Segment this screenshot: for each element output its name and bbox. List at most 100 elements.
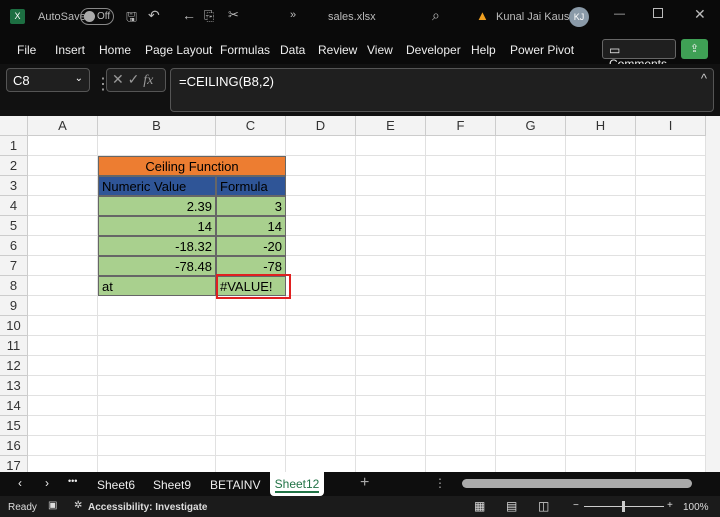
search-icon[interactable]: ⌕ [432, 7, 440, 24]
column-header[interactable]: F [426, 116, 496, 136]
minimize-button[interactable]: — [614, 8, 625, 20]
row-header[interactable]: 16 [0, 436, 28, 456]
tab-betainv[interactable]: BETAINV [210, 478, 260, 492]
name-box-value: C8 [13, 73, 30, 88]
column-header[interactable]: C [216, 116, 286, 136]
formula-header[interactable]: Formula [216, 176, 286, 196]
row-header[interactable]: 4 [0, 196, 28, 216]
numeric-value-cell[interactable]: at [98, 276, 216, 296]
macro-icon[interactable]: ▣ [48, 500, 57, 511]
file-name[interactable]: sales.xlsx [328, 11, 376, 23]
menu-developer[interactable]: Developer [406, 43, 461, 57]
page-break-view-icon[interactable]: ◫ [538, 499, 549, 513]
enter-icon[interactable]: ✓ [128, 71, 140, 87]
menu-page-layout[interactable]: Page Layout [145, 43, 212, 57]
row-header[interactable]: 9 [0, 296, 28, 316]
column-header[interactable]: E [356, 116, 426, 136]
tab-sheet12[interactable]: Sheet12 [270, 472, 324, 496]
normal-view-icon[interactable]: ▦ [474, 499, 485, 513]
numeric-value-cell[interactable]: 14 [98, 216, 216, 236]
row-header[interactable]: 1 [0, 136, 28, 156]
collapse-icon[interactable]: ^ [701, 71, 707, 86]
column-header[interactable]: B [98, 116, 216, 136]
row-header[interactable]: 7 [0, 256, 28, 276]
column-header[interactable]: G [496, 116, 566, 136]
row-header[interactable]: 6 [0, 236, 28, 256]
select-all-corner[interactable] [0, 116, 28, 136]
comments-button[interactable]: ▭ Comments [602, 39, 676, 71]
prev-sheet-icon[interactable]: ‹ [18, 476, 22, 490]
formula-result-cell[interactable]: 3 [216, 196, 286, 216]
status-bar: Ready ▣ ✲ Accessibility: Investigate ▦ ▤… [0, 496, 720, 517]
page-layout-view-icon[interactable]: ▤ [506, 499, 517, 513]
row-header[interactable]: 12 [0, 356, 28, 376]
menu-power-pivot[interactable]: Power Pivot [510, 43, 574, 57]
next-sheet-icon[interactable]: › [45, 476, 49, 490]
menu-home[interactable]: Home [99, 43, 131, 57]
gridline [28, 335, 706, 336]
share-button[interactable]: ⇪ [681, 39, 708, 59]
column-header[interactable]: H [566, 116, 636, 136]
more-commands-icon[interactable]: » [290, 9, 296, 21]
tab-splitter-icon[interactable]: ⋮ [434, 476, 446, 490]
row-header[interactable]: 17 [0, 456, 28, 472]
row-header[interactable]: 15 [0, 416, 28, 436]
formula-result-cell[interactable]: -20 [216, 236, 286, 256]
close-button[interactable]: ✕ [694, 6, 706, 23]
table-title[interactable]: Ceiling Function [98, 156, 286, 176]
menu-help[interactable]: Help [471, 43, 496, 57]
formula-bar: C8 ⌄ ⋮ ✕ ✓ fx =CEILING(B8,2) ^ [0, 64, 720, 116]
cancel-icon[interactable]: ✕ [112, 71, 124, 87]
tab-sheet9[interactable]: Sheet9 [153, 478, 191, 492]
menu-view[interactable]: View [367, 43, 393, 57]
formula-result-cell[interactable]: 14 [216, 216, 286, 236]
numeric-value-cell[interactable]: -18.32 [98, 236, 216, 256]
spreadsheet-grid[interactable]: A B C D E F G H I 1 2 3 4 5 6 7 8 9 10 11 12 13 14 15 16 17 Ceilin… [0, 116, 706, 472]
ribbon-menu: File Insert Home Page Layout Formulas Da… [0, 34, 720, 71]
row-header[interactable]: 3 [0, 176, 28, 196]
row-header[interactable]: 5 [0, 216, 28, 236]
zoom-out-button[interactable]: − [573, 500, 579, 511]
row-header[interactable]: 14 [0, 396, 28, 416]
row-header[interactable]: 11 [0, 336, 28, 356]
status-ready: Ready [8, 502, 37, 513]
column-header[interactable]: D [286, 116, 356, 136]
row-header[interactable]: 8 [0, 276, 28, 296]
menu-insert[interactable]: Insert [55, 43, 85, 57]
formula-input[interactable]: =CEILING(B8,2) ^ [170, 68, 714, 112]
horizontal-scrollbar[interactable] [462, 479, 692, 488]
cut-icon[interactable]: ✂ [228, 7, 239, 23]
accessibility-status[interactable]: Accessibility: Investigate [88, 502, 208, 513]
numeric-value-cell[interactable]: 2.39 [98, 196, 216, 216]
column-header[interactable]: I [636, 116, 706, 136]
undo-icon[interactable]: ↶ [148, 7, 160, 24]
zoom-in-button[interactable]: + [667, 500, 673, 511]
numeric-value-header[interactable]: Numeric Value [98, 176, 216, 196]
avatar-initials: KJ [573, 12, 585, 22]
menu-review[interactable]: Review [318, 43, 357, 57]
avatar[interactable]: KJ [569, 7, 589, 27]
more-sheets[interactable]: ••• [68, 476, 77, 486]
column-header[interactable]: A [28, 116, 98, 136]
row-header[interactable]: 2 [0, 156, 28, 176]
menu-data[interactable]: Data [280, 43, 305, 57]
back-icon[interactable]: ← [182, 7, 196, 23]
maximize-button[interactable] [653, 8, 663, 18]
menu-file[interactable]: File [17, 43, 36, 57]
row-header[interactable]: 10 [0, 316, 28, 336]
selected-cell-highlight [216, 274, 291, 299]
numeric-value-cell[interactable]: -78.48 [98, 256, 216, 276]
save-icon[interactable]: 🖫 [126, 8, 137, 30]
zoom-slider[interactable] [584, 501, 664, 512]
tab-sheet6[interactable]: Sheet6 [97, 478, 135, 492]
add-sheet-button[interactable]: + [360, 474, 369, 492]
vertical-scrollbar[interactable] [706, 116, 720, 472]
formula-result-cell[interactable]: -78 [216, 256, 286, 276]
name-box[interactable]: C8 ⌄ [6, 68, 90, 92]
menu-formulas[interactable]: Formulas [220, 43, 270, 57]
row-header[interactable]: 13 [0, 376, 28, 396]
zoom-level[interactable]: 100% [683, 502, 709, 513]
function-icon[interactable]: fx [143, 73, 153, 88]
autosave-toggle[interactable]: Off [80, 8, 114, 25]
copy-icon[interactable]: ⎘ [204, 8, 214, 24]
